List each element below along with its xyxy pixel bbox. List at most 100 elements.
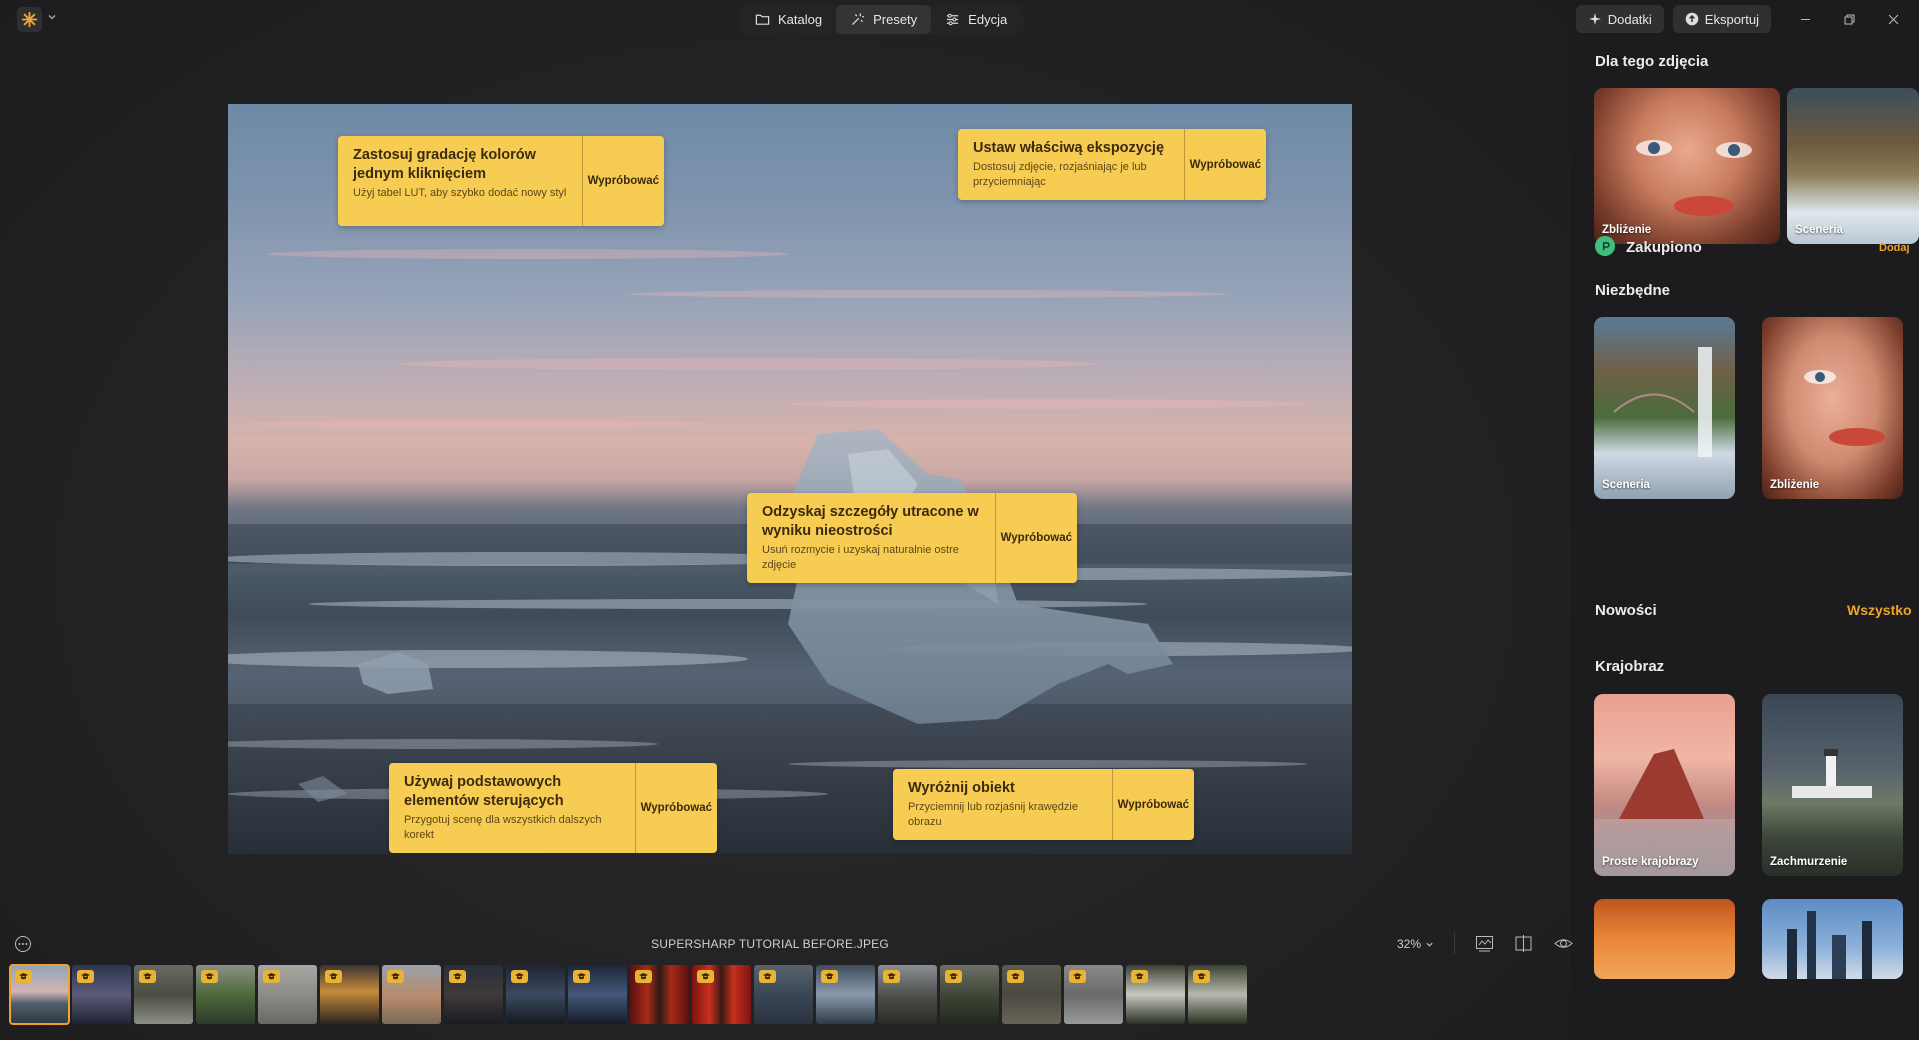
preset-card-zblizenie[interactable]: Zbliżenie — [1594, 88, 1780, 244]
top-right-controls: Dodatki Eksportuj — [1567, 4, 1919, 34]
city-thumbnail — [1787, 911, 1872, 979]
chevron-down-icon[interactable] — [47, 12, 57, 22]
sun-logo-icon — [21, 11, 38, 28]
main-photo[interactable]: Zastosuj gradację kolorów jednym kliknię… — [228, 104, 1352, 854]
addons-label: Dodatki — [1607, 11, 1652, 27]
minimize-button[interactable] — [1785, 4, 1825, 34]
tutorial-badge-icon — [1131, 970, 1148, 983]
filmstrip-thumb[interactable] — [1064, 965, 1123, 1024]
try-button[interactable]: Wypróbować — [1113, 769, 1194, 840]
filmstrip-thumb[interactable] — [816, 965, 875, 1024]
preset-card-sceneria[interactable]: Sceneria — [1787, 88, 1919, 244]
tab-presety[interactable]: Presety — [836, 5, 932, 34]
tutorial-badge-icon — [573, 970, 590, 983]
callout-highlight-subject: Wyróżnij obiekt Przyciemnij lub rozjaśnij… — [893, 769, 1194, 840]
export-upload-icon — [1685, 12, 1699, 26]
filmstrip-thumb[interactable] — [754, 965, 813, 1024]
tab-katalog-label: Katalog — [778, 12, 823, 27]
try-button[interactable]: Wypróbować — [1185, 129, 1266, 200]
sliders-icon — [947, 13, 959, 26]
restore-button[interactable] — [1829, 4, 1869, 34]
tutorial-badge-icon — [449, 970, 466, 983]
filmstrip-thumb[interactable] — [692, 965, 751, 1024]
waterfall-thumbnail — [1613, 347, 1712, 457]
try-button[interactable]: Wypróbować — [636, 763, 717, 853]
card-label: Sceneria — [1602, 479, 1650, 491]
tab-edycja[interactable]: Edycja — [931, 5, 1021, 34]
histogram-icon[interactable] — [1474, 933, 1495, 954]
sparkle-icon — [852, 13, 865, 25]
filmstrip-thumb[interactable] — [1002, 965, 1061, 1024]
callout-title: Zastosuj gradację kolorów jednym kliknię… — [353, 147, 536, 182]
divider — [1454, 932, 1455, 954]
filmstrip-thumb[interactable] — [568, 965, 627, 1024]
card-label: Proste krajobrazy — [1602, 856, 1699, 868]
addons-button[interactable]: Dodatki — [1575, 5, 1664, 33]
folder-icon — [755, 14, 770, 25]
try-button[interactable]: Wypróbować — [996, 493, 1077, 583]
see-all-link[interactable]: Wszystko — [1847, 602, 1912, 618]
tutorial-badge-icon — [1069, 970, 1086, 983]
filmstrip-thumb[interactable] — [444, 965, 503, 1024]
tutorial-badge-icon — [325, 970, 342, 983]
filmstrip — [9, 964, 1247, 1025]
callout-title: Ustaw właściwą ekspozycję — [973, 140, 1165, 156]
filmstrip-thumb[interactable] — [196, 965, 255, 1024]
preset-card-city[interactable] — [1762, 899, 1903, 979]
preset-card-desert[interactable] — [1594, 899, 1735, 979]
preset-card-proste-krajobrazy[interactable]: Proste krajobrazy — [1594, 694, 1735, 876]
section-title-news: Nowości — [1595, 602, 1657, 619]
add-purchased-link[interactable]: Dodaj — [1879, 242, 1910, 254]
filmstrip-thumb[interactable] — [382, 965, 441, 1024]
callout-title: Wyróżnij obiekt — [908, 780, 1015, 796]
eye-preview-icon[interactable] — [1553, 933, 1574, 954]
portrait-thumbnail — [1804, 370, 1885, 446]
file-name: SUPERSHARP TUTORIAL BEFORE.JPEG — [651, 937, 889, 951]
preset-card-sceneria[interactable]: Sceneria — [1594, 317, 1735, 499]
tutorial-badge-icon — [1193, 970, 1210, 983]
preset-card-zblizenie[interactable]: Zbliżenie — [1762, 317, 1903, 499]
preset-card-zachmurzenie[interactable]: Zachmurzenie — [1762, 694, 1903, 876]
filmstrip-thumb[interactable] — [878, 965, 937, 1024]
try-button[interactable]: Wypróbować — [583, 136, 664, 226]
tutorial-badge-icon — [883, 970, 900, 983]
callout-exposure: Ustaw właściwą ekspozycję Dostosuj zdjęci… — [958, 129, 1266, 200]
tutorial-badge-icon — [945, 970, 962, 983]
export-button[interactable]: Eksportuj — [1672, 5, 1771, 33]
lighthouse-thumbnail — [1792, 749, 1872, 798]
tutorial-badge-icon — [77, 970, 94, 983]
filmstrip-thumb[interactable] — [134, 965, 193, 1024]
filmstrip-thumb[interactable] — [258, 965, 317, 1024]
tutorial-badge-icon — [263, 970, 280, 983]
chevron-down-icon[interactable] — [1425, 940, 1434, 949]
export-label: Eksportuj — [1704, 11, 1759, 27]
compare-split-icon[interactable] — [1513, 933, 1534, 954]
top-bar: Katalog Presety Edycja Dodatki Eksportuj — [0, 0, 1919, 38]
filmstrip-thumb[interactable] — [72, 965, 131, 1024]
tutorial-badge-icon — [821, 970, 838, 983]
callout-description: Przyciemnij lub rozjaśnij krawędzie obra… — [908, 801, 1078, 828]
section-title-purchased: Zakupiono — [1626, 239, 1702, 256]
filmstrip-thumb[interactable] — [1188, 965, 1247, 1024]
filmstrip-thumb[interactable] — [1126, 965, 1185, 1024]
tutorial-badge-icon — [511, 970, 528, 983]
callout-title: Używaj podstawowych elementów sterującyc… — [404, 774, 564, 809]
filmstrip-thumb[interactable] — [506, 965, 565, 1024]
filmstrip-thumb[interactable] — [940, 965, 999, 1024]
section-title-essentials: Niezbędne — [1595, 282, 1671, 299]
tutorial-badge-icon — [697, 970, 714, 983]
tab-edycja-label: Edycja — [968, 12, 1008, 27]
tutorial-badge-icon — [15, 970, 32, 983]
rock-thumbnail — [1594, 749, 1735, 876]
app-logo-button[interactable] — [17, 7, 42, 32]
zoom-level[interactable]: 32% — [1397, 937, 1421, 951]
filmstrip-thumb[interactable] — [320, 965, 379, 1024]
filmstrip-thumb[interactable] — [9, 964, 70, 1025]
callout-description: Dostosuj zdjęcie, rozjaśniając je lub pr… — [973, 161, 1147, 188]
close-button[interactable] — [1873, 4, 1913, 34]
tab-katalog[interactable]: Katalog — [741, 5, 836, 34]
presets-panel: Dla tego zdjęcia Zbliżenie Sceneria Zaku… — [1570, 38, 1919, 1040]
restore-icon — [1844, 14, 1854, 24]
sparkle-plus-icon — [1588, 13, 1601, 25]
filmstrip-thumb[interactable] — [630, 965, 689, 1024]
